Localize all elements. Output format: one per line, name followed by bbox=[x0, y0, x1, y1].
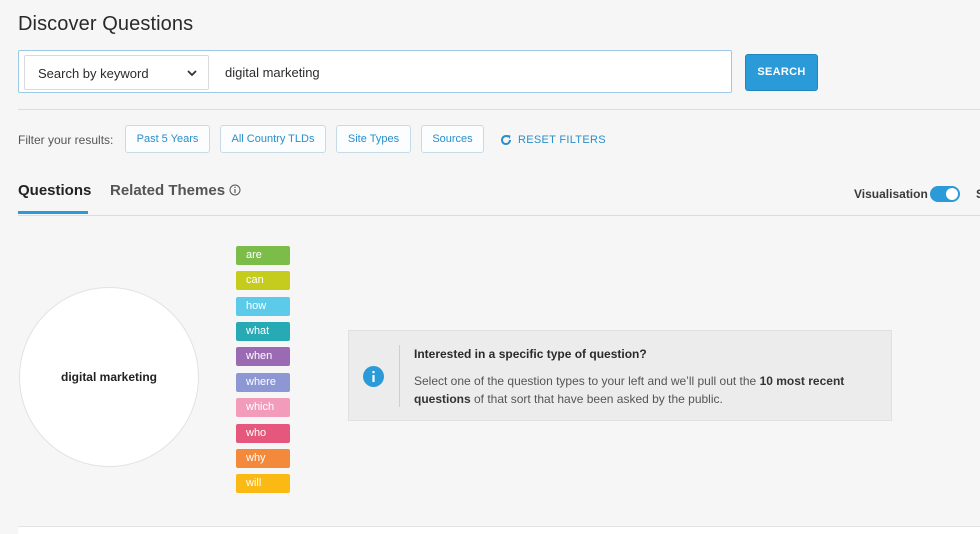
panel-divider bbox=[399, 345, 400, 407]
search-bar: Search by keyword bbox=[18, 50, 732, 93]
question-type-when[interactable]: when bbox=[236, 347, 290, 366]
filter-site-types[interactable]: Site Types bbox=[336, 125, 411, 153]
info-panel: Interested in a specific type of questio… bbox=[348, 330, 892, 421]
keyword-text: digital marketing bbox=[60, 370, 158, 384]
info-panel-body-suffix: of that sort that have been asked by the… bbox=[470, 392, 723, 406]
refresh-icon bbox=[501, 135, 512, 146]
info-panel-body-prefix: Select one of the question types to your… bbox=[414, 374, 760, 388]
page-title: Discover Questions bbox=[18, 13, 194, 35]
info-icon[interactable] bbox=[229, 184, 241, 196]
active-tab-indicator bbox=[18, 211, 88, 214]
filter-time-range[interactable]: Past 5 Years bbox=[125, 125, 210, 153]
chevron-down-icon bbox=[187, 70, 197, 77]
truncated-label: S bbox=[976, 187, 980, 201]
search-mode-label: Search by keyword bbox=[38, 66, 149, 81]
search-input[interactable] bbox=[219, 57, 725, 87]
info-panel-body: Select one of the question types to your… bbox=[414, 372, 879, 408]
question-type-why[interactable]: why bbox=[236, 449, 290, 468]
search-button[interactable]: SEARCH bbox=[745, 54, 818, 91]
question-type-how[interactable]: how bbox=[236, 297, 290, 316]
filter-country-tlds[interactable]: All Country TLDs bbox=[220, 125, 326, 153]
filter-sources[interactable]: Sources bbox=[421, 125, 484, 153]
question-type-can[interactable]: can bbox=[236, 271, 290, 290]
divider bbox=[18, 215, 980, 216]
reset-filters-button[interactable]: RESET FILTERS bbox=[500, 132, 606, 148]
question-type-who[interactable]: who bbox=[236, 424, 290, 443]
info-icon bbox=[363, 366, 384, 387]
question-type-what[interactable]: what bbox=[236, 322, 290, 341]
tab-related-themes[interactable]: Related Themes bbox=[110, 182, 225, 199]
filter-label: Filter your results: bbox=[18, 133, 114, 147]
question-type-are[interactable]: are bbox=[236, 246, 290, 265]
info-panel-heading: Interested in a specific type of questio… bbox=[414, 347, 647, 361]
keyword-circle: digital marketing bbox=[19, 287, 199, 467]
question-type-where[interactable]: where bbox=[236, 373, 290, 392]
reset-filters-label: RESET FILTERS bbox=[518, 134, 606, 146]
tab-questions[interactable]: Questions bbox=[18, 182, 91, 199]
question-type-will[interactable]: will bbox=[236, 474, 290, 493]
search-mode-select[interactable]: Search by keyword bbox=[24, 55, 209, 90]
toggle-knob bbox=[946, 188, 958, 200]
question-type-which[interactable]: which bbox=[236, 398, 290, 417]
visualisation-label: Visualisation bbox=[854, 187, 928, 201]
divider bbox=[18, 109, 980, 110]
visualisation-toggle[interactable] bbox=[930, 186, 960, 202]
